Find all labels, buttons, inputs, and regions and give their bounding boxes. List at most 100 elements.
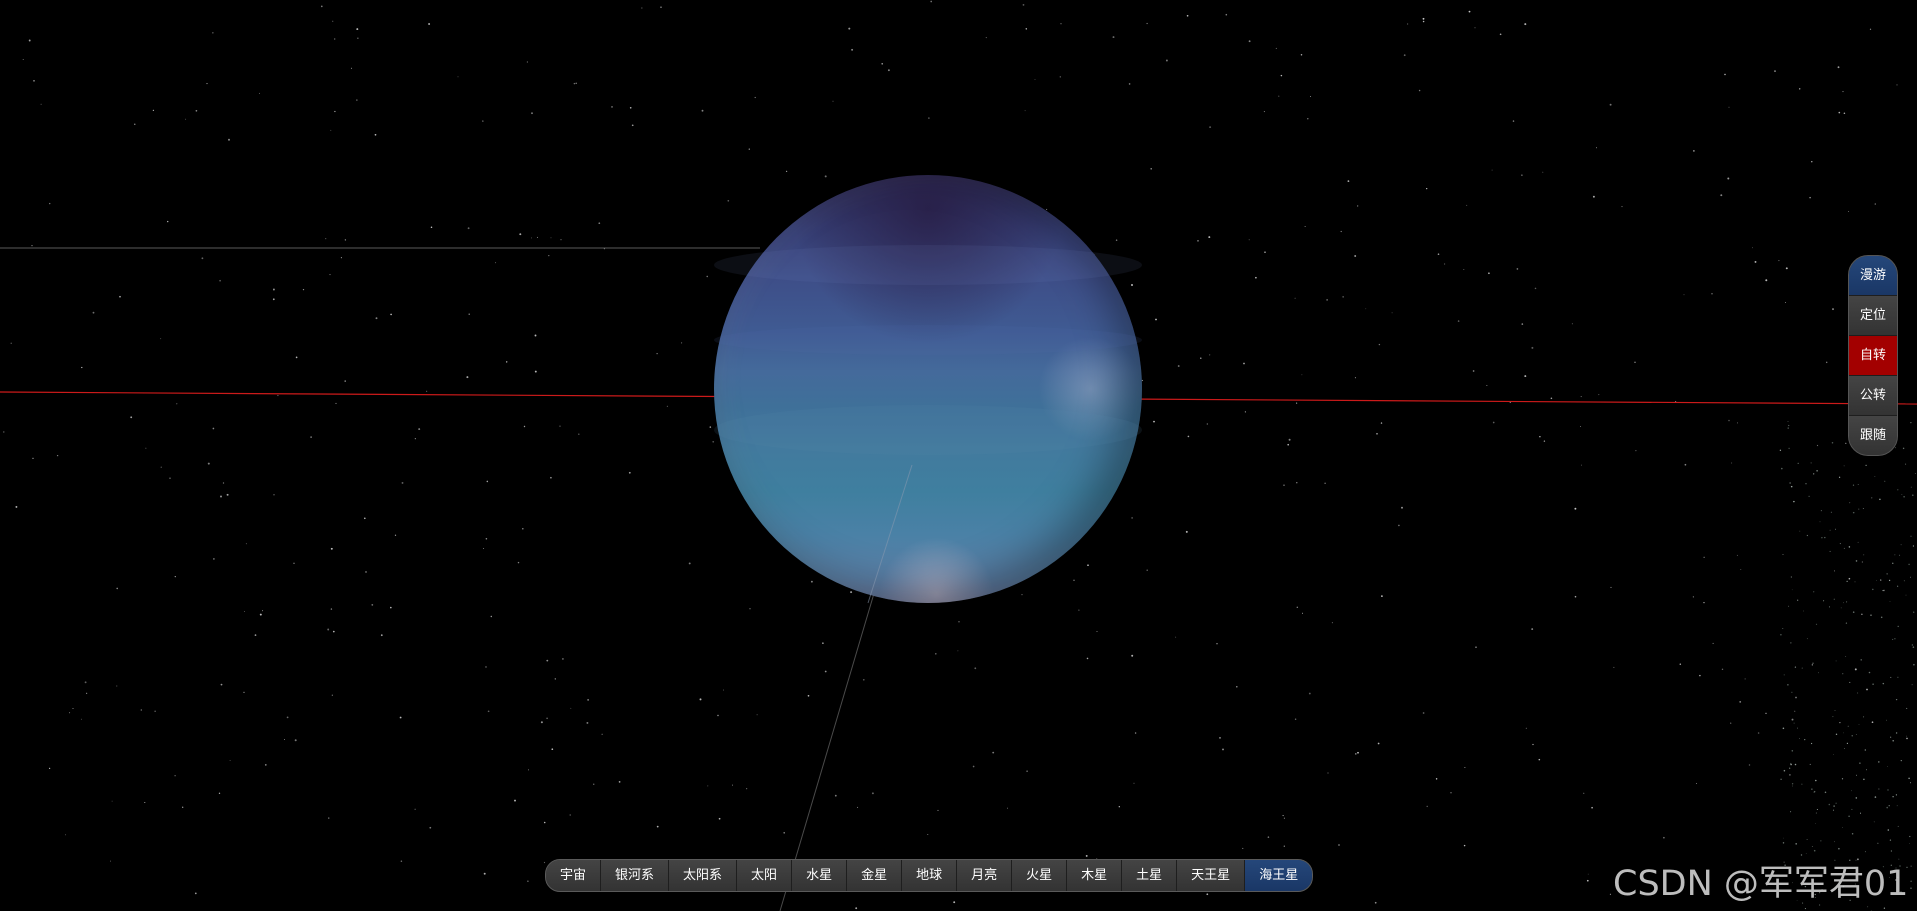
star xyxy=(928,117,930,119)
nav-item-uranus[interactable]: 天王星 xyxy=(1177,860,1246,891)
star xyxy=(1855,734,1857,735)
star xyxy=(22,59,24,61)
star xyxy=(1283,484,1285,486)
neptune-planet[interactable] xyxy=(714,175,1142,603)
space-viewport[interactable]: 漫游 定位 自转 公转 跟随 宇宙 银河系 太阳系 太阳 水星 金星 地球 月亮… xyxy=(0,0,1917,911)
star xyxy=(1765,712,1767,714)
star xyxy=(1833,805,1835,807)
star xyxy=(286,716,289,719)
star xyxy=(709,426,712,428)
nav-item-universe[interactable]: 宇宙 xyxy=(546,860,602,891)
star xyxy=(1464,767,1466,768)
star xyxy=(706,275,708,278)
nav-item-neptune[interactable]: 海王星 xyxy=(1245,860,1313,891)
star xyxy=(1894,638,1896,640)
star xyxy=(1521,323,1524,325)
star xyxy=(1785,267,1788,270)
nav-item-jupiter[interactable]: 木星 xyxy=(1067,860,1123,891)
star xyxy=(1112,36,1115,39)
star xyxy=(1838,476,1841,478)
star xyxy=(1887,789,1889,791)
star xyxy=(1910,865,1912,867)
star xyxy=(1583,792,1585,794)
star xyxy=(92,311,95,314)
star xyxy=(1542,171,1544,173)
star xyxy=(1730,722,1732,724)
star xyxy=(1422,20,1425,23)
star xyxy=(1294,718,1297,720)
star xyxy=(551,748,554,751)
nav-item-saturn[interactable]: 土星 xyxy=(1122,860,1178,891)
star xyxy=(81,366,83,369)
star xyxy=(1887,766,1888,768)
star xyxy=(1852,611,1855,613)
nav-item-milky-way[interactable]: 银河系 xyxy=(601,860,670,891)
star xyxy=(399,716,402,719)
star xyxy=(65,834,67,836)
star xyxy=(1897,625,1899,628)
star xyxy=(277,394,279,397)
star xyxy=(1845,622,1848,624)
star xyxy=(1795,843,1798,845)
star xyxy=(1897,585,1899,587)
star xyxy=(1839,721,1841,724)
star xyxy=(1910,576,1911,578)
star xyxy=(1534,287,1537,290)
star xyxy=(1222,748,1224,751)
star xyxy=(212,427,215,430)
star xyxy=(194,892,197,895)
star xyxy=(1820,840,1822,842)
star xyxy=(505,361,508,363)
star xyxy=(1791,691,1793,693)
star xyxy=(1888,805,1890,807)
star xyxy=(154,710,156,712)
rotation-button[interactable]: 自转 xyxy=(1849,336,1897,376)
nav-item-moon[interactable]: 月亮 xyxy=(957,860,1013,891)
star xyxy=(1869,28,1872,30)
star xyxy=(302,288,305,291)
star xyxy=(832,100,834,102)
star xyxy=(130,416,133,419)
star xyxy=(1128,83,1131,85)
star xyxy=(1789,767,1791,769)
star xyxy=(527,880,529,883)
nav-item-mars[interactable]: 火星 xyxy=(1012,860,1068,891)
star xyxy=(1805,852,1807,854)
star xyxy=(1835,733,1838,735)
star xyxy=(1872,683,1874,685)
star xyxy=(84,681,87,684)
star xyxy=(1797,727,1798,729)
star xyxy=(483,872,486,875)
roam-button[interactable]: 漫游 xyxy=(1849,256,1897,296)
star xyxy=(1867,906,1869,908)
star xyxy=(467,227,470,230)
star xyxy=(1296,402,1298,404)
nav-item-earth[interactable]: 地球 xyxy=(902,860,958,891)
star xyxy=(1816,470,1818,472)
locate-button[interactable]: 定位 xyxy=(1849,296,1897,336)
star xyxy=(1580,464,1582,466)
revolution-button[interactable]: 公转 xyxy=(1849,376,1897,416)
star xyxy=(1835,802,1837,804)
star xyxy=(1034,78,1036,80)
star xyxy=(1592,195,1595,198)
star xyxy=(1813,473,1815,475)
nav-item-solar-system[interactable]: 太阳系 xyxy=(669,860,738,891)
star xyxy=(1283,845,1285,847)
star xyxy=(1022,4,1025,6)
star xyxy=(701,109,704,112)
star xyxy=(1300,54,1303,56)
star xyxy=(1021,594,1023,596)
star xyxy=(1811,788,1813,790)
follow-button[interactable]: 跟随 xyxy=(1849,416,1897,455)
nav-item-venus[interactable]: 金星 xyxy=(847,860,903,891)
nav-item-mercury[interactable]: 水星 xyxy=(792,860,848,891)
star xyxy=(206,83,208,85)
star xyxy=(1280,74,1283,77)
star xyxy=(1895,794,1898,796)
star xyxy=(681,342,683,344)
nav-item-sun[interactable]: 太阳 xyxy=(737,860,793,891)
star xyxy=(1133,782,1135,784)
star xyxy=(1248,40,1251,43)
star xyxy=(1531,628,1534,631)
